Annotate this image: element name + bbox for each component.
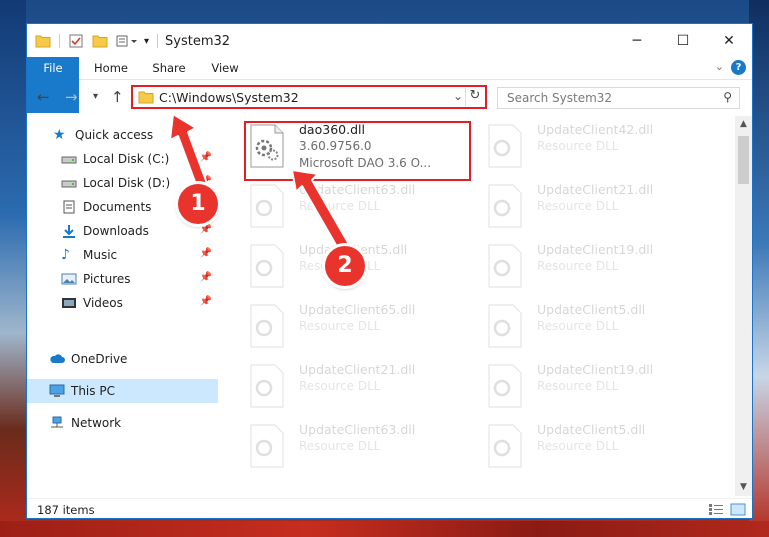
annotation-arrows xyxy=(169,113,351,253)
step-marker-2: 2 xyxy=(325,246,365,286)
arrow-to-address-bar xyxy=(169,113,209,191)
arrow-to-file xyxy=(291,169,351,253)
step-marker-1: 1 xyxy=(178,184,218,224)
